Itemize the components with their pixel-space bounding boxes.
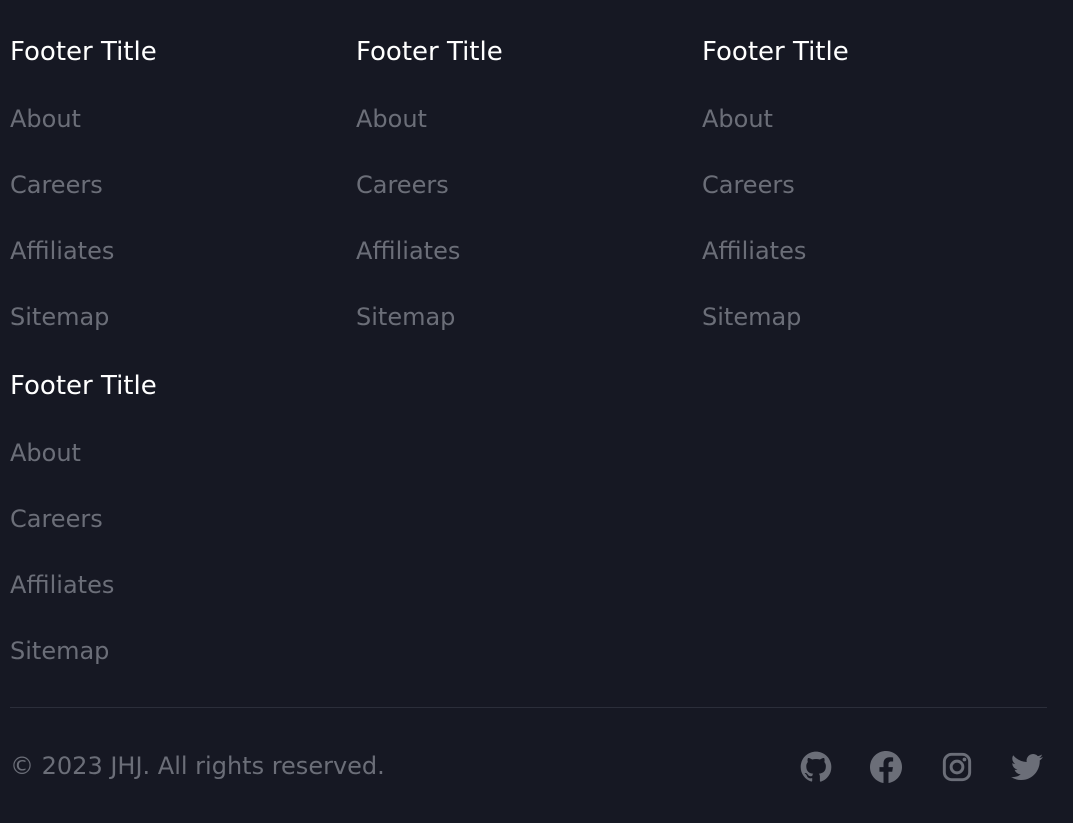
footer-divider bbox=[10, 707, 1047, 708]
facebook-icon[interactable] bbox=[870, 751, 902, 783]
footer-link-about[interactable]: About bbox=[10, 104, 81, 134]
footer-column-title: Footer Title bbox=[702, 37, 849, 67]
footer-link-affiliates[interactable]: Affiliates bbox=[10, 236, 114, 266]
footer-column-title: Footer Title bbox=[10, 371, 157, 401]
footer-column: Footer Title About Careers Affiliates Si… bbox=[356, 37, 676, 337]
footer-column: Footer Title About Careers Affiliates Si… bbox=[10, 37, 330, 337]
footer-link-about[interactable]: About bbox=[702, 104, 773, 134]
twitter-icon[interactable] bbox=[1011, 751, 1043, 783]
footer-column-title: Footer Title bbox=[356, 37, 503, 67]
instagram-icon[interactable] bbox=[941, 751, 973, 783]
footer-link-affiliates[interactable]: Affiliates bbox=[356, 236, 460, 266]
copyright-text: © 2023 JHJ. All rights reserved. bbox=[10, 752, 385, 780]
footer-link-affiliates[interactable]: Affiliates bbox=[702, 236, 806, 266]
footer-link-sitemap[interactable]: Sitemap bbox=[10, 636, 109, 666]
site-footer: Footer Title About Careers Affiliates Si… bbox=[0, 0, 1073, 823]
footer-column: Footer Title About Careers Affiliates Si… bbox=[702, 37, 1022, 337]
footer-column-title: Footer Title bbox=[10, 37, 157, 67]
footer-column: Footer Title About Careers Affiliates Si… bbox=[10, 371, 330, 671]
footer-link-careers[interactable]: Careers bbox=[10, 504, 103, 534]
github-icon[interactable] bbox=[800, 751, 832, 783]
footer-link-affiliates[interactable]: Affiliates bbox=[10, 570, 114, 600]
footer-link-sitemap[interactable]: Sitemap bbox=[10, 302, 109, 332]
footer-link-about[interactable]: About bbox=[356, 104, 427, 134]
footer-link-sitemap[interactable]: Sitemap bbox=[356, 302, 455, 332]
footer-link-careers[interactable]: Careers bbox=[356, 170, 449, 200]
footer-link-careers[interactable]: Careers bbox=[702, 170, 795, 200]
footer-link-careers[interactable]: Careers bbox=[10, 170, 103, 200]
footer-link-about[interactable]: About bbox=[10, 438, 81, 468]
footer-link-sitemap[interactable]: Sitemap bbox=[702, 302, 801, 332]
